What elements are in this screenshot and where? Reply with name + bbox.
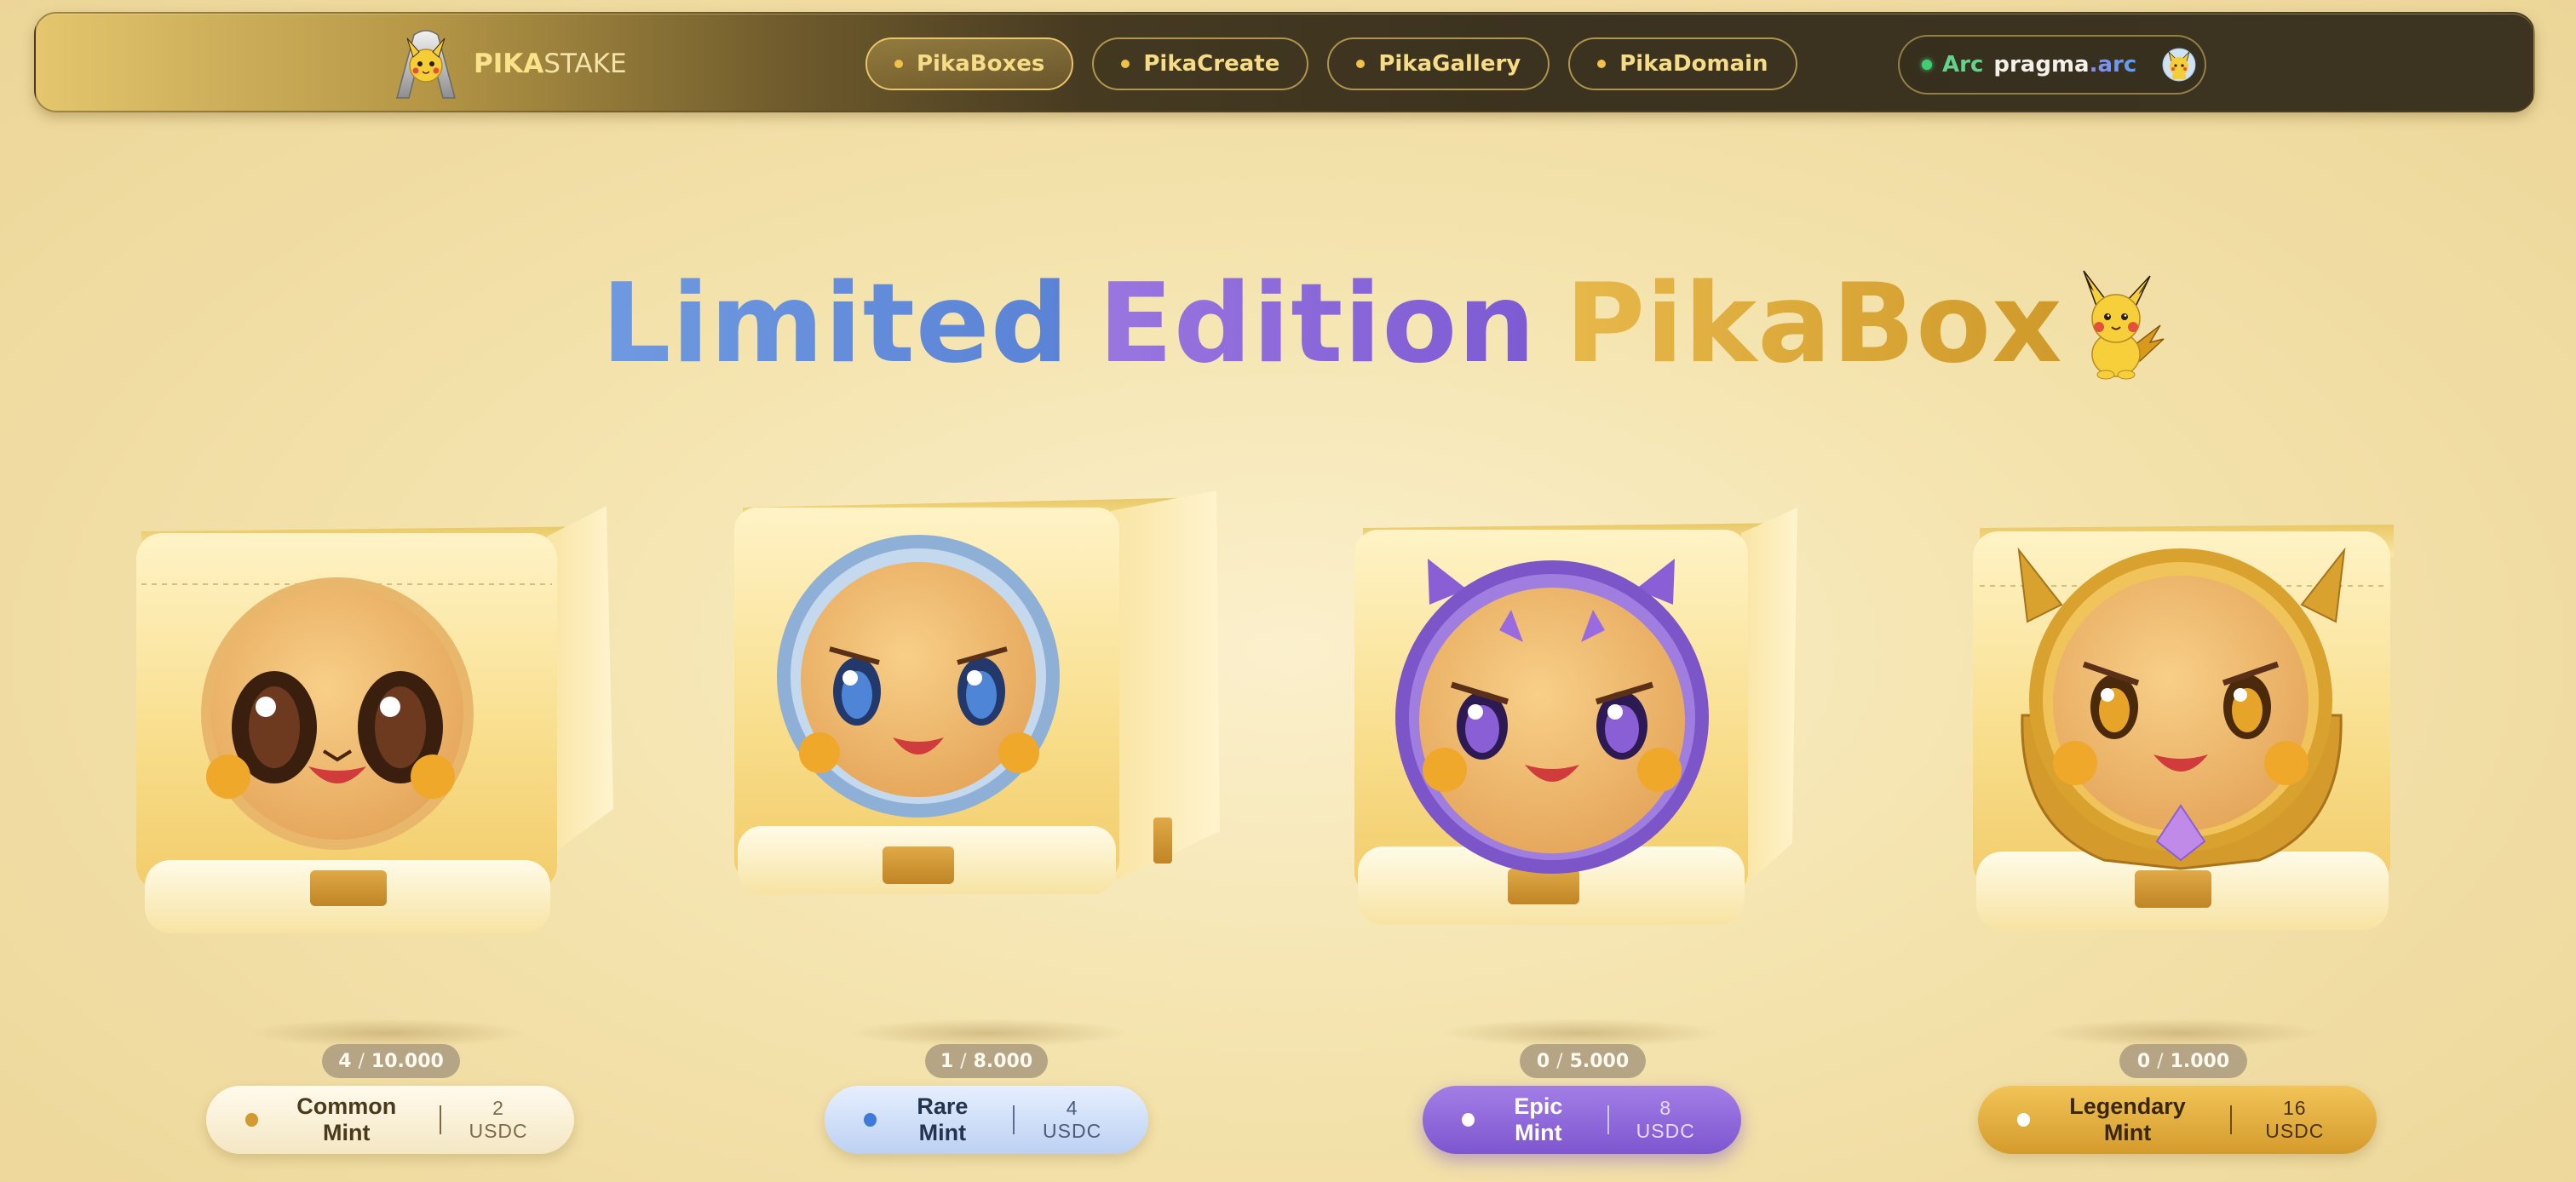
- divider: [2229, 1105, 2232, 1134]
- title-word-limited: Limited: [601, 260, 1070, 387]
- box-shadow: [247, 1018, 528, 1047]
- common-box-illustration: [136, 506, 613, 933]
- supply-total: 10.000: [371, 1050, 444, 1072]
- nav-tab-pikadomain[interactable]: PikaDomain: [1568, 37, 1797, 90]
- tier-dot-icon: [1462, 1113, 1475, 1127]
- nav-tab-pikagallery[interactable]: PikaGallery: [1327, 37, 1550, 90]
- rare-box-illustration: [734, 491, 1220, 894]
- mint-label: Legendary Mint: [2069, 1093, 2186, 1145]
- wallet-network: Arc: [1942, 52, 1984, 77]
- tier-dot-icon: [245, 1113, 259, 1127]
- page-title: Limited Edition PikaBox: [601, 255, 2167, 392]
- epic-mint-button[interactable]: Epic Mint 8 USDC: [1423, 1086, 1741, 1154]
- box-shadow: [2041, 1018, 2322, 1047]
- divider: [1607, 1105, 1609, 1134]
- box-shadow: [1441, 1018, 1722, 1047]
- brand-bold-text: PIKA: [474, 49, 544, 79]
- supply-total: 1.000: [2170, 1050, 2230, 1072]
- wallet-button[interactable]: Arc pragma.arc: [1898, 35, 2206, 95]
- minted-count: 1: [940, 1050, 954, 1072]
- nav-tab-label: PikaGallery: [1378, 51, 1521, 77]
- supply-counter: 4/10.000: [322, 1044, 460, 1078]
- common-mint-button[interactable]: Common Mint 2 USDC: [206, 1086, 574, 1154]
- nav-tab-label: PikaDomain: [1619, 51, 1768, 77]
- dot-icon: [1597, 60, 1607, 68]
- title-word-edition: Edition: [1098, 260, 1537, 387]
- supply-counter: 0/5.000: [1520, 1044, 1646, 1078]
- top-navbar: PIKASTAKE PikaBoxes PikaCreate PikaGalle…: [34, 12, 2535, 112]
- title-word-pikabox: PikaBox: [1565, 260, 2063, 387]
- brand-logo-link[interactable]: PIKASTAKE: [385, 22, 627, 106]
- avatar-icon: [2162, 48, 2196, 82]
- dot-icon: [1121, 60, 1130, 68]
- mint-label: Epic Mint: [1514, 1093, 1563, 1145]
- wallet-tld: .arc: [2089, 52, 2137, 77]
- divider: [440, 1105, 442, 1134]
- pikachu-icon: [2082, 270, 2165, 380]
- tier-dot-icon: [2017, 1113, 2031, 1127]
- rare-mint-button[interactable]: Rare Mint 4 USDC: [825, 1086, 1148, 1154]
- mint-price: 16 USDC: [2265, 1097, 2325, 1142]
- legendary-box-illustration: [1973, 525, 2394, 930]
- supply-counter: 0/1.000: [2119, 1044, 2247, 1078]
- mint-price: 8 USDC: [1636, 1097, 1695, 1142]
- nav-tab-label: PikaCreate: [1143, 51, 1280, 77]
- tier-dot-icon: [864, 1113, 877, 1127]
- mint-label: Rare Mint: [917, 1093, 969, 1145]
- main-nav: PikaBoxes PikaCreate PikaGallery PikaDom…: [865, 37, 1797, 90]
- nav-tab-label: PikaBoxes: [917, 51, 1045, 77]
- minted-count: 0: [1536, 1050, 1550, 1072]
- mint-price: 4 USDC: [1043, 1097, 1102, 1142]
- dot-icon: [1356, 60, 1366, 68]
- supply-total: 8.000: [973, 1050, 1033, 1072]
- brand-light-text: STAKE: [543, 49, 627, 79]
- box-shadow: [848, 1018, 1130, 1047]
- divider: [1013, 1105, 1015, 1134]
- supply-total: 5.000: [1569, 1050, 1630, 1072]
- pikastake-logo-icon: [396, 30, 456, 99]
- minted-count: 0: [2136, 1050, 2151, 1072]
- supply-counter: 1/8.000: [925, 1044, 1048, 1078]
- mint-price: 2 USDC: [469, 1097, 528, 1142]
- mint-label: Common Mint: [296, 1093, 397, 1145]
- legendary-mint-button[interactable]: Legendary Mint 16 USDC: [1978, 1086, 2377, 1154]
- connected-status-icon: [1922, 60, 1932, 70]
- minted-count: 4: [338, 1050, 352, 1072]
- wallet-name: pragma: [1993, 52, 2090, 77]
- active-dot-icon: [894, 60, 903, 68]
- brand-wordmark: PIKASTAKE: [474, 49, 627, 79]
- epic-box-illustration: [1354, 508, 1797, 925]
- nav-tab-pikacreate[interactable]: PikaCreate: [1092, 37, 1309, 90]
- nav-tab-pikaboxes[interactable]: PikaBoxes: [865, 37, 1074, 90]
